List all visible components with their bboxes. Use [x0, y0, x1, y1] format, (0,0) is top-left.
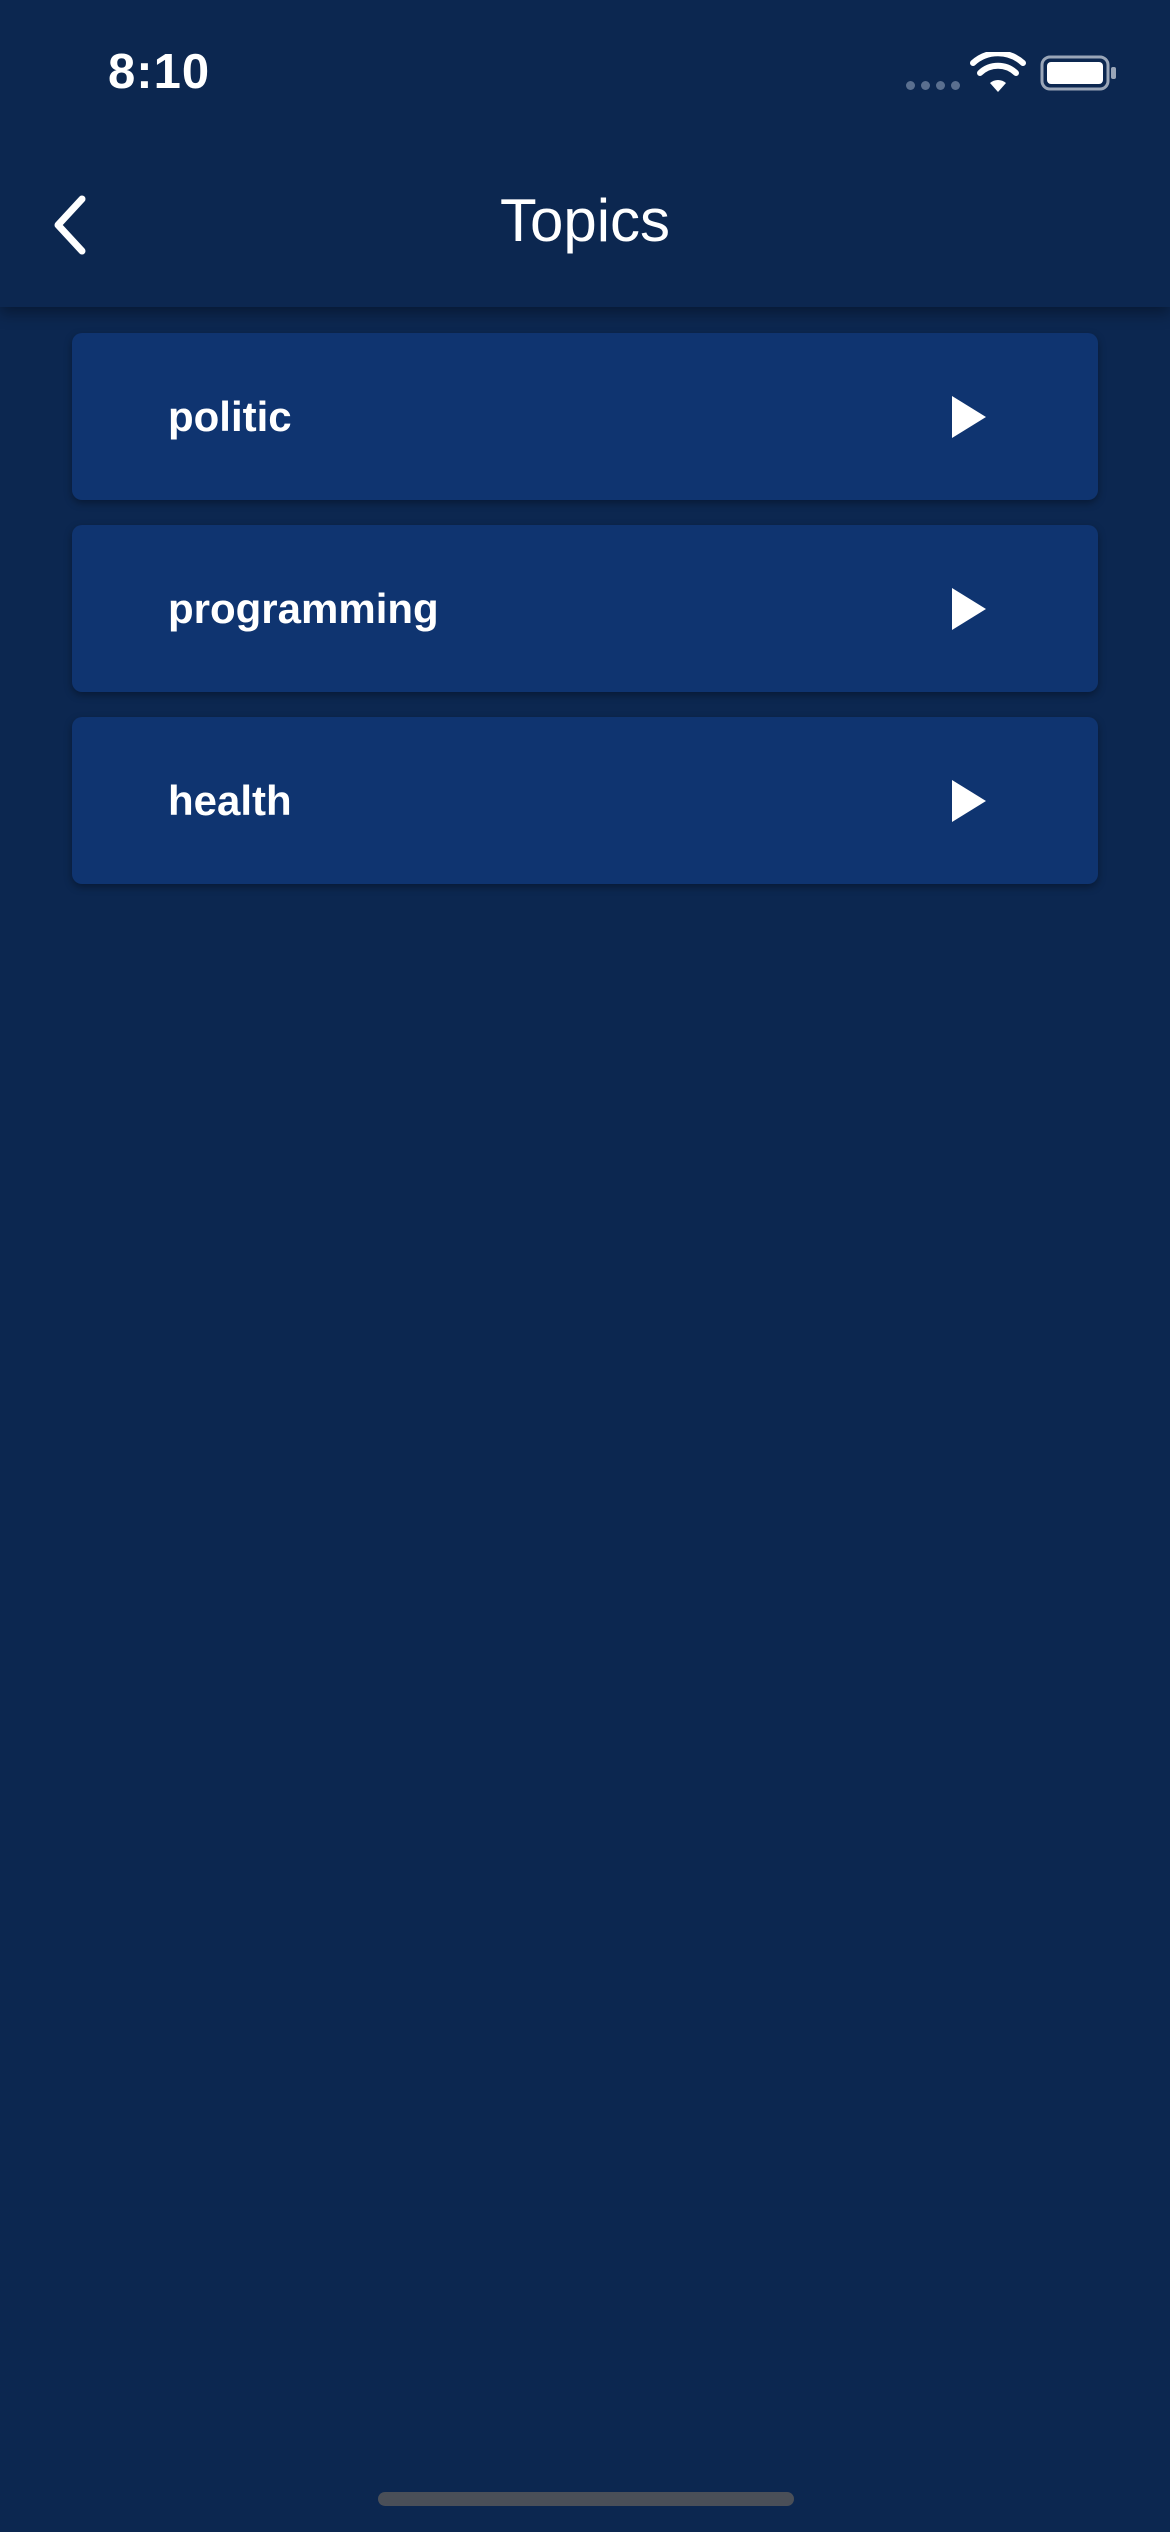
- topic-label: health: [168, 776, 292, 824]
- topic-item-health[interactable]: health: [72, 717, 1098, 884]
- page-title: Topics: [499, 187, 671, 254]
- app-header: 8:10 Topics: [0, 0, 1170, 307]
- status-bar: 8:10: [0, 0, 1170, 150]
- topic-list: politic programming health: [72, 333, 1098, 884]
- topic-item-politic[interactable]: politic: [72, 333, 1098, 500]
- chevron-left-icon: [54, 195, 86, 255]
- play-icon: [952, 779, 986, 822]
- topic-label: programming: [168, 584, 439, 632]
- back-button[interactable]: [30, 180, 110, 270]
- wifi-icon: [970, 52, 1026, 92]
- home-indicator[interactable]: [378, 2492, 794, 2506]
- play-icon: [952, 587, 986, 630]
- topic-item-programming[interactable]: programming: [72, 525, 1098, 692]
- signal-dots-icon: [906, 81, 960, 90]
- battery-icon: [1040, 55, 1116, 91]
- status-time: 8:10: [108, 45, 211, 99]
- topic-label: politic: [168, 392, 292, 440]
- play-icon: [952, 395, 986, 438]
